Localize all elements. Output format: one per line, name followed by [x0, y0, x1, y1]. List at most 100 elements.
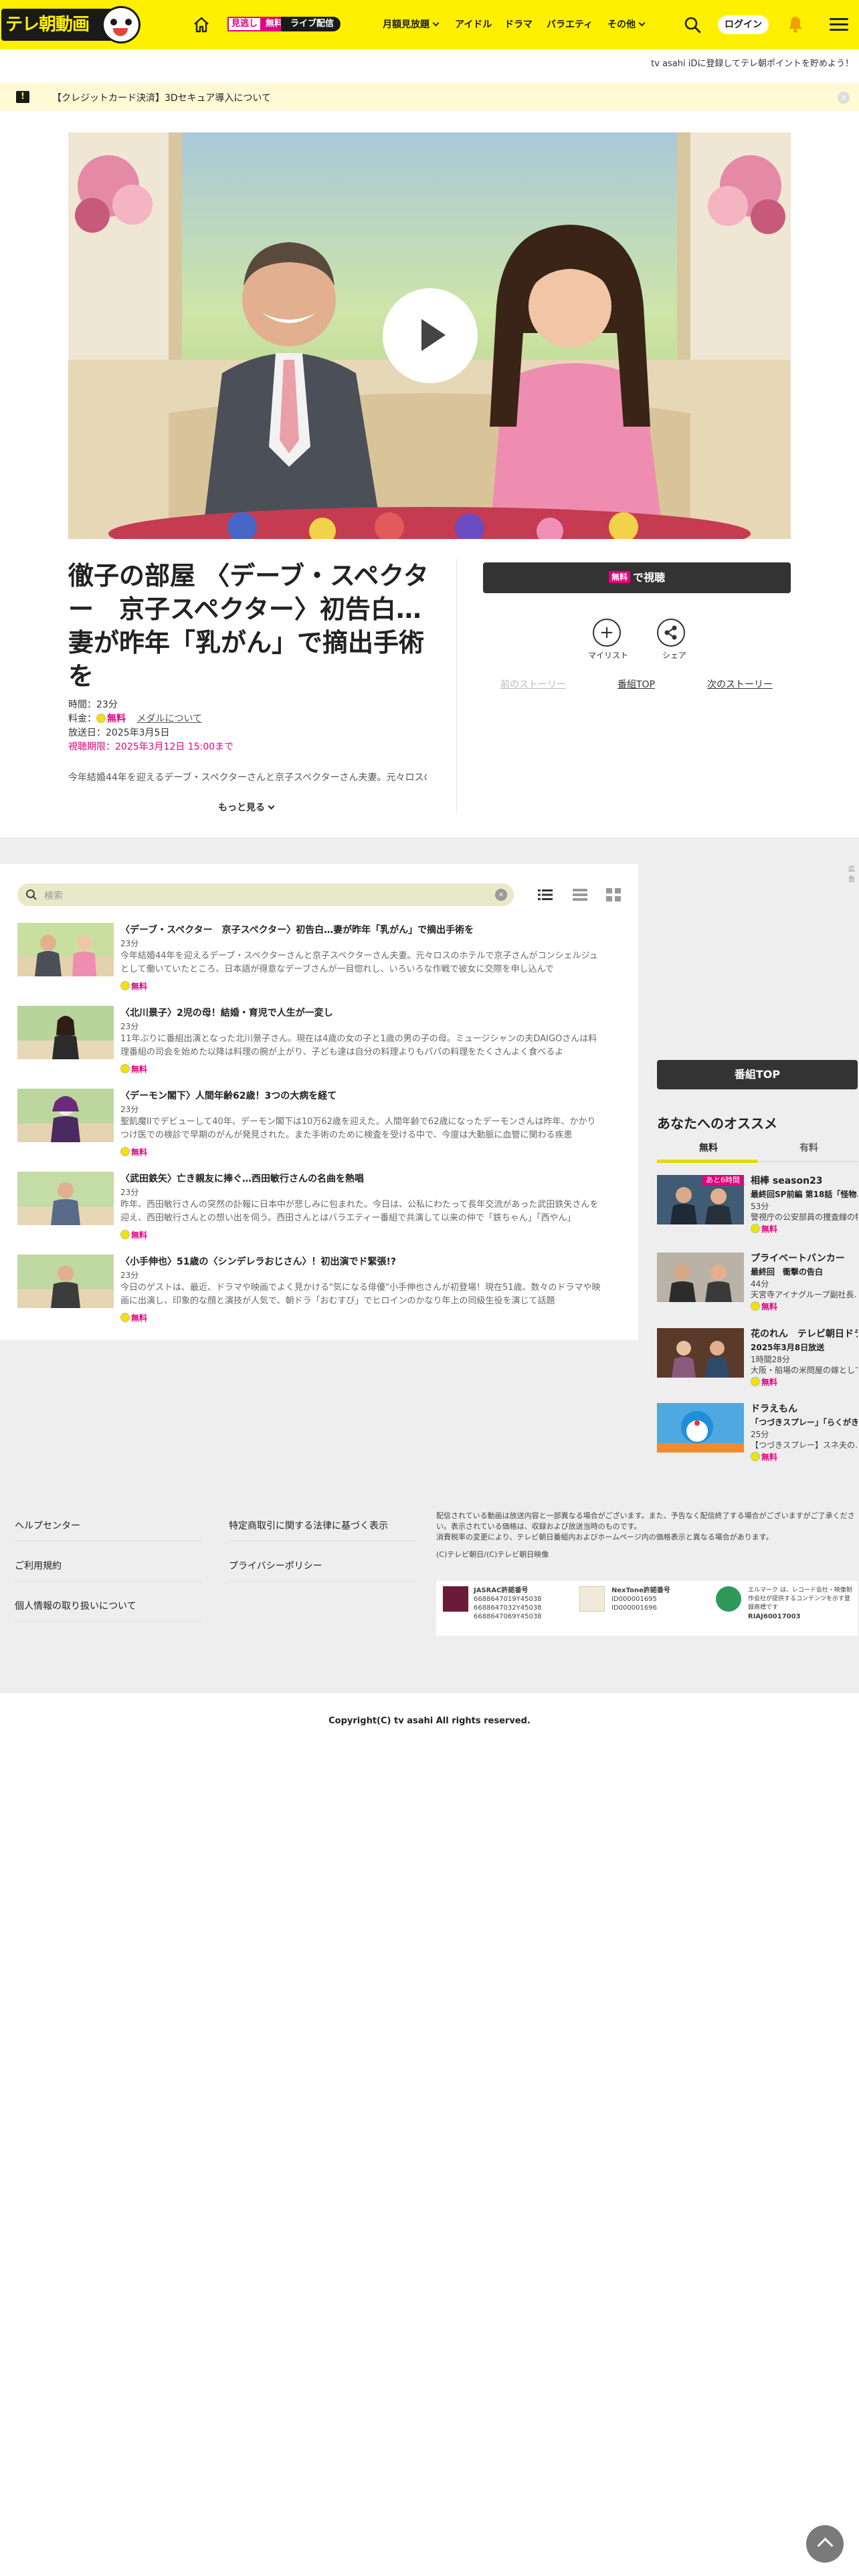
hamburger-menu-icon[interactable] — [830, 18, 848, 31]
jasrac-license: JASRAC許諾番号 6688647019Y45038 6688647032Y4… — [474, 1586, 542, 1621]
notice-text[interactable]: 【クレジットカード決済】3Dセキュア導入について — [52, 91, 271, 104]
play-button[interactable] — [383, 288, 478, 383]
episode-row-description: 今日のゲストは、最近、ドラマや映画でよく見かける"気になる俳優"小手伸也さんが初… — [120, 1283, 601, 1306]
search-icon[interactable] — [684, 16, 701, 33]
home-icon[interactable] — [193, 16, 210, 33]
detail-view-icon[interactable] — [573, 888, 587, 901]
l-mark-number: RIAJ60017003 — [748, 1613, 801, 1620]
list-item[interactable]: 〈北川景子〉2児の母！結婚・育児で人生が一変し 23分 11年ぶりに番組出演とな… — [17, 1006, 619, 1074]
nav-label: 月額見放題 — [383, 19, 430, 30]
nav-label: その他 — [607, 19, 636, 30]
recommend-item[interactable]: 花のれん テレビ朝日ドラ… 2025年3月8日放送 1時間28分 大阪・船場の米… — [657, 1328, 858, 1388]
episode-row-duration: 23分 — [120, 1105, 139, 1114]
coin-icon — [120, 1230, 130, 1239]
footer-note-3: (C)テレビ朝日/(C)テレビ朝日映像 — [436, 1550, 549, 1559]
share-label: シェア — [662, 651, 687, 660]
jasrac-logo-icon — [443, 1586, 468, 1612]
jasrac-number: 6688647032Y45038 — [474, 1604, 542, 1612]
recommend-title: 相棒 season23 — [751, 1176, 823, 1186]
recommend-item[interactable]: プライベートバンカー 最終回 衝撃の告白 44分 天宮寺アイナグループ副社長… … — [657, 1253, 858, 1313]
recommend-thumbnail — [657, 1253, 744, 1302]
free-catchup-badge[interactable]: 見逃し 無料 — [227, 17, 288, 31]
free-text: 無料 — [761, 1224, 778, 1234]
nav-item-other[interactable]: その他 — [607, 18, 646, 31]
watch-free-tag: 無料 — [608, 571, 630, 583]
bell-icon[interactable] — [787, 15, 804, 33]
mylist-label: マイリスト — [588, 651, 629, 660]
list-item[interactable]: 〈デーモン閣下〉人間年齢62歳！3つの大病を経て 23分 聖飢魔IIでデビューし… — [17, 1089, 619, 1157]
site-logo[interactable]: テレ朝動画 — [1, 6, 140, 43]
footer-link-commerce-law[interactable]: 特定商取引に関する法律に基づく表示 — [229, 1519, 388, 1532]
video-player[interactable] — [68, 132, 791, 539]
show-more-button[interactable]: もっと見る — [218, 800, 275, 814]
list-item[interactable]: 〈小手伸也〉51歳の〈シンデレラおじさん〉！初出演でド緊張!? 23分 今日のゲ… — [17, 1255, 619, 1323]
episode-row-duration: 23分 — [120, 1271, 139, 1280]
free-text: 無料 — [131, 1230, 148, 1240]
watch-label: で視聴 — [633, 571, 666, 584]
nav-item-drama[interactable]: ドラマ — [504, 18, 533, 31]
footer-link-terms[interactable]: ご利用規約 — [15, 1559, 62, 1572]
next-story-link[interactable]: 次のストーリー — [707, 677, 773, 691]
episode-thumbnail — [17, 1255, 114, 1308]
close-icon[interactable]: × — [838, 92, 850, 104]
free-label: 無料 — [120, 1229, 147, 1241]
recommend-item[interactable]: ドラえもん 「つづきスプレー」「らくがき… 25分 【つづきスプレー】スネ夫の…… — [657, 1403, 858, 1463]
tab-paid[interactable]: 有料 — [799, 1141, 818, 1154]
prev-story-link: 前のストーリー — [500, 679, 566, 690]
live-button[interactable]: ライブ配信 — [281, 17, 341, 31]
nextone-logo-icon — [579, 1586, 605, 1612]
recommend-duration: 25分 — [751, 1430, 769, 1439]
list-item[interactable]: 〈デーブ・スペクター 京子スペクター〉初告白…妻が昨年「乳がん」で摘出手術を 2… — [17, 923, 619, 992]
grid-view-icon[interactable] — [606, 888, 621, 901]
badge-left-label: 見逃し — [227, 17, 262, 31]
recommend-description: 大阪・船場の米問屋の嫁として… — [751, 1366, 858, 1375]
notice-bar[interactable]: ! 【クレジットカード決済】3Dセキュア導入について × — [0, 83, 859, 111]
program-top-link[interactable]: 番組TOP — [617, 677, 655, 691]
chevron-down-icon — [432, 19, 440, 27]
viewing-deadline: 視聴期限：2025年3月12日 15:00まで — [68, 742, 234, 752]
login-button[interactable]: ログイン — [718, 15, 769, 34]
divider — [15, 1581, 202, 1582]
footer-notes: 配信されている動画は放送内容と一部異なる場合がございます。また、予告なく配信終了… — [436, 1511, 858, 1560]
footer-link-help[interactable]: ヘルプセンター — [15, 1519, 80, 1532]
tab-free[interactable]: 無料 — [699, 1141, 718, 1154]
site-header: テレ朝動画 見逃し 無料 ライブ配信 月額見放題 アイドル ドラマ バラエティ … — [0, 0, 859, 49]
nav-item-subscription[interactable]: 月額見放題 — [383, 18, 440, 31]
chevron-down-icon — [638, 19, 646, 27]
episode-row-description: 今年結婚44年を迎えるデーブ・スペクターさんと京子スペクターさん夫妻。元々ロスの… — [120, 951, 598, 974]
back-to-top-button[interactable] — [806, 2525, 844, 2563]
episode-duration: 時間：23分 — [68, 700, 118, 710]
free-label: 無料 — [120, 980, 147, 992]
program-top-button[interactable]: 番組TOP — [657, 1060, 858, 1089]
nav-item-variety[interactable]: バラエティ — [547, 18, 593, 31]
price-value: 無料 — [107, 714, 126, 724]
time-left-badge: あと6時間 — [702, 1175, 743, 1186]
footer-link-privacy-handling[interactable]: 個人情報の取り扱いについて — [15, 1599, 136, 1612]
watch-button[interactable]: 無料 で視聴 — [483, 562, 791, 593]
free-label: 無料 — [751, 1376, 858, 1388]
license-box: JASRAC許諾番号 6688647019Y45038 6688647032Y4… — [436, 1581, 858, 1636]
episode-row-title: 〈小手伸也〉51歳の〈シンデレラおじさん〉！初出演でド緊張!? — [120, 1257, 396, 1267]
free-text: 無料 — [761, 1378, 778, 1387]
share-icon — [664, 625, 677, 640]
register-promo-text[interactable]: tv asahi iDに登録してテレ朝ポイントを貯めよう！ — [651, 56, 854, 69]
coin-icon — [751, 1452, 760, 1461]
divider — [456, 559, 457, 813]
list-item[interactable]: 〈武田鉄矢〉亡き親友に捧ぐ…西田敏行さんの名曲を熱唱 23分 昨年、西田敏行さん… — [17, 1172, 619, 1241]
copyright: Copyright(C) tv asahi All rights reserve… — [328, 1716, 531, 1726]
episode-row-title: 〈武田鉄矢〉亡き親友に捧ぐ…西田敏行さんの名曲を熱唱 — [120, 1174, 364, 1184]
episode-search-input[interactable]: 検索 × — [17, 883, 514, 906]
l-mark-license: エルマーク は、レコード会社・映像制作会社が提供するコンテンツを示す登録商標です… — [748, 1586, 855, 1621]
clear-icon[interactable]: × — [495, 889, 507, 901]
footer-link-privacy-policy[interactable]: プライバシーポリシー — [229, 1559, 322, 1572]
nav-item-idol[interactable]: アイドル — [455, 18, 492, 31]
add-mylist-button[interactable]: + — [593, 619, 621, 647]
share-button[interactable] — [657, 619, 685, 647]
list-view-icon[interactable] — [538, 888, 553, 901]
tab-active-indicator — [657, 1160, 757, 1163]
medal-link[interactable]: メダルについて — [136, 714, 202, 724]
episode-thumbnail — [17, 923, 114, 976]
recommend-item[interactable]: あと6時間 相棒 season23 最終回SP前編 第18話「怪物… 53分 警… — [657, 1175, 858, 1235]
episode-row-title: 〈北川景子〉2児の母！結婚・育児で人生が一変し — [120, 1008, 333, 1018]
more-label: もっと見る — [218, 802, 265, 813]
